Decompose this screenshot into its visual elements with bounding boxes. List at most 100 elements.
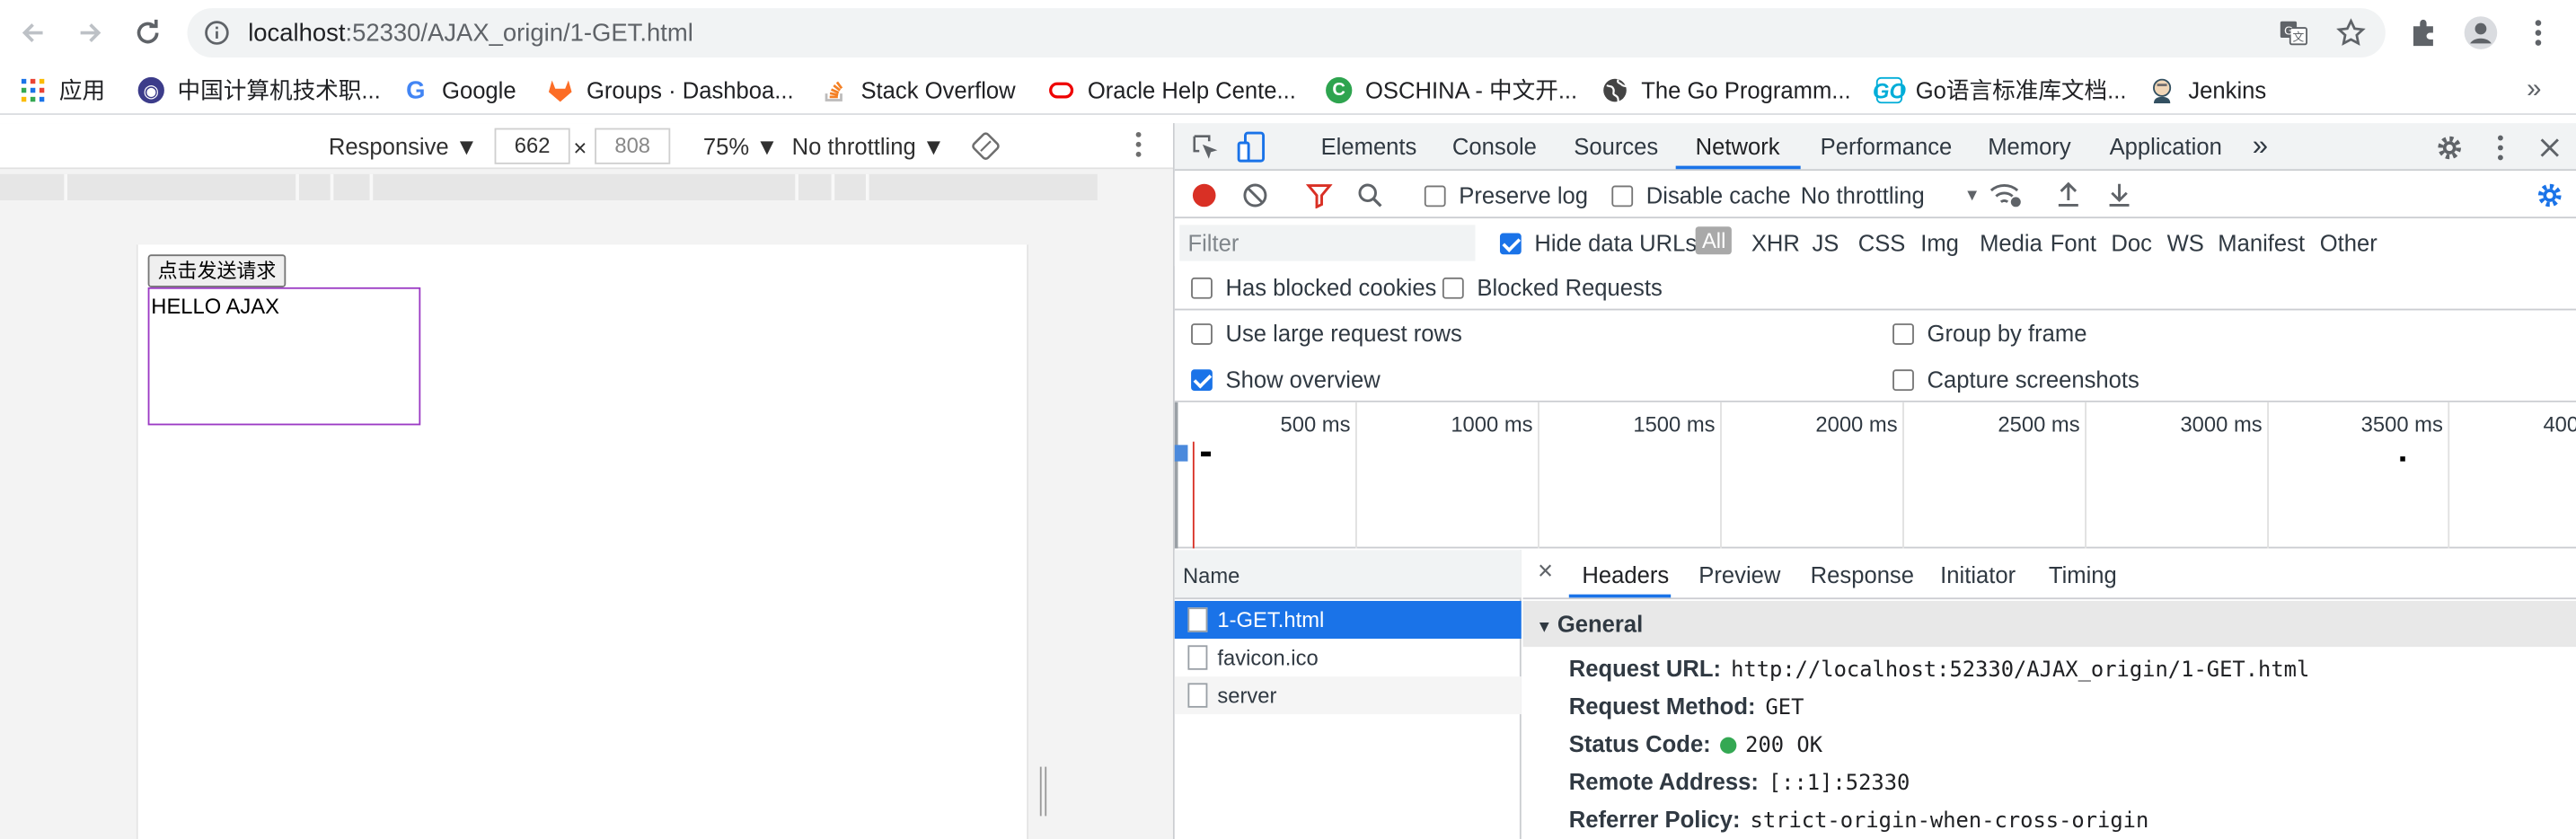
url-text: localhost:52330/AJAX_origin/1-GET.html (248, 19, 693, 49)
preserve-log-checkbox[interactable]: Preserve log (1424, 182, 1588, 208)
disable-cache-checkbox[interactable]: Disable cache (1611, 182, 1791, 208)
tab-elements[interactable]: Elements (1321, 133, 1417, 159)
reload-button[interactable] (128, 13, 168, 53)
filter-type-all[interactable]: All (1695, 226, 1733, 255)
tab-application[interactable]: Application (2110, 133, 2222, 159)
more-tabs-button[interactable]: » (2253, 129, 2268, 163)
viewport-height-input[interactable]: 808 (595, 128, 671, 164)
clear-icon[interactable] (1242, 182, 1268, 208)
general-section-header[interactable]: ▼ General (1522, 600, 2576, 648)
show-overview-checkbox[interactable]: Show overview (1191, 367, 1381, 393)
timeline-overview[interactable]: 500 ms 1000 ms 1500 ms 2000 ms 2500 ms 3… (1174, 402, 2576, 549)
bookmark-star-icon[interactable] (2334, 16, 2368, 49)
settings-gear-icon[interactable] (2433, 131, 2466, 164)
filter-type-js[interactable]: JS (1812, 230, 1839, 256)
request-row[interactable]: 1-GET.html (1174, 600, 1522, 640)
tab-performance[interactable]: Performance (1821, 133, 1953, 159)
filter-type-font[interactable]: Font (2051, 230, 2096, 256)
status-ok-icon (1720, 737, 1737, 754)
network-conditions-icon[interactable] (1989, 181, 2023, 210)
rendered-page: 点击发送请求 HELLO AJAX (136, 244, 1029, 839)
menu-button[interactable] (2519, 13, 2558, 53)
device-more-icon[interactable] (1135, 131, 1142, 163)
filter-type-doc[interactable]: Doc (2111, 230, 2152, 256)
device-viewport: Responsive ▼ 662 × 808 75% ▼ No throttli… (0, 123, 1173, 839)
viewport-resize-handle[interactable] (1039, 766, 1054, 817)
bookmark-stackoverflow[interactable]: Stack Overflow (822, 74, 1016, 107)
bookmark-oschina[interactable]: C OSCHINA - 中文开... (1326, 74, 1577, 107)
tab-console[interactable]: Console (1452, 133, 1537, 159)
filter-bar: Filter Hide data URLs All XHR JS CSS Img… (1174, 219, 2576, 267)
media-query-bar[interactable] (0, 173, 1098, 200)
request-row[interactable]: server (1174, 676, 1522, 715)
has-blocked-cookies-checkbox[interactable]: Has blocked cookies (1191, 274, 1436, 300)
throttle-select[interactable]: No throttling ▼ (792, 133, 946, 159)
inspect-element-icon[interactable] (1189, 131, 1222, 164)
filter-type-ws[interactable]: WS (2167, 230, 2204, 256)
bookmark-google[interactable]: G Google (402, 74, 516, 107)
tab-response[interactable]: Response (1811, 561, 1914, 587)
zoom-select[interactable]: 75% ▼ (703, 133, 779, 159)
group-by-frame-checkbox[interactable]: Group by frame (1892, 320, 2086, 347)
translate-icon[interactable]: 文G (2277, 16, 2310, 49)
gitlab-icon (547, 77, 573, 103)
filter-icon[interactable] (1306, 182, 1333, 209)
hide-data-urls-checkbox[interactable]: Hide data URLs (1499, 230, 1697, 256)
blocked-requests-checkbox[interactable]: Blocked Requests (1442, 274, 1663, 300)
rotate-icon[interactable] (971, 131, 1001, 165)
filter-type-xhr[interactable]: XHR (1751, 230, 1800, 256)
filter-type-other[interactable]: Other (2320, 230, 2378, 256)
address-bar[interactable]: localhost:52330/AJAX_origin/1-GET.html 文… (187, 8, 2386, 57)
site-info-icon[interactable] (200, 16, 234, 49)
bookmark-oracle[interactable]: Oracle Help Cente... (1048, 74, 1296, 107)
bookmark-site[interactable]: ◉ 中国计算机技术职... (137, 74, 381, 107)
network-settings-gear-icon[interactable] (2535, 181, 2564, 210)
bookmark-go-stdlib[interactable]: GO Go语言标准库文档... (1873, 74, 2127, 107)
close-details-button[interactable]: × (1538, 558, 1553, 587)
profile-button[interactable] (2461, 13, 2501, 53)
details-tabbar: × Headers Preview Response Initiator Tim… (1522, 550, 2576, 600)
large-rows-checkbox[interactable]: Use large request rows (1191, 320, 1462, 347)
tab-memory[interactable]: Memory (1988, 133, 2070, 159)
arrow-left-icon (22, 23, 43, 42)
bookmark-go-programming[interactable]: The Go Programm... (1601, 74, 1851, 107)
remote-address-row: Remote Address: [::1]:52330 (1568, 768, 1910, 797)
tab-sources[interactable]: Sources (1574, 133, 1658, 159)
viewport-width-input[interactable]: 662 (494, 128, 570, 164)
bookmark-apps[interactable]: 应用 (20, 74, 105, 107)
search-icon[interactable] (1357, 182, 1383, 208)
filter-type-manifest[interactable]: Manifest (2218, 230, 2305, 256)
filter-input[interactable]: Filter (1179, 225, 1476, 261)
name-column-header[interactable]: Name (1174, 550, 1522, 600)
send-request-button[interactable]: 点击发送请求 (147, 254, 287, 287)
request-row[interactable]: favicon.ico (1175, 639, 1522, 676)
bookmark-gitlab[interactable]: Groups · Dashboa... (547, 74, 794, 107)
forward-button[interactable] (71, 13, 110, 53)
tab-timing[interactable]: Timing (2049, 561, 2117, 587)
device-toggle-icon[interactable] (1235, 131, 1268, 164)
puzzle-icon (2413, 19, 2433, 47)
filter-type-img[interactable]: Img (1920, 230, 1959, 256)
record-icon[interactable] (1191, 182, 1217, 208)
devtools-menu-icon[interactable] (2484, 131, 2518, 164)
bookmarks-overflow-button[interactable]: » (2527, 74, 2541, 107)
back-button[interactable] (13, 13, 53, 53)
timeline-tick: 400 (2543, 411, 2576, 437)
filter-type-media[interactable]: Media (1980, 230, 2042, 256)
tab-initiator[interactable]: Initiator (1940, 561, 2016, 587)
filter-type-css[interactable]: CSS (1858, 230, 1906, 256)
capture-screenshots-checkbox[interactable]: Capture screenshots (1892, 367, 2139, 393)
extensions-button[interactable] (2404, 13, 2443, 53)
bookmark-jenkins[interactable]: Jenkins (2148, 74, 2266, 107)
timeline-tick: 3500 ms (2360, 411, 2443, 437)
tab-preview[interactable]: Preview (1698, 561, 1780, 587)
tab-network[interactable]: Network (1696, 133, 1780, 159)
jenkins-icon (2148, 77, 2175, 104)
network-throttle-select[interactable]: No throttling ▼ (1801, 182, 1981, 208)
import-har-icon[interactable] (2057, 181, 2080, 207)
device-select[interactable]: Responsive ▼ (329, 133, 478, 159)
devtools-panel: Elements Console Sources Network Perform… (1172, 123, 2576, 839)
close-devtools-icon[interactable] (2533, 131, 2566, 164)
tab-headers[interactable]: Headers (1582, 561, 1669, 587)
export-har-icon[interactable] (2108, 181, 2131, 207)
